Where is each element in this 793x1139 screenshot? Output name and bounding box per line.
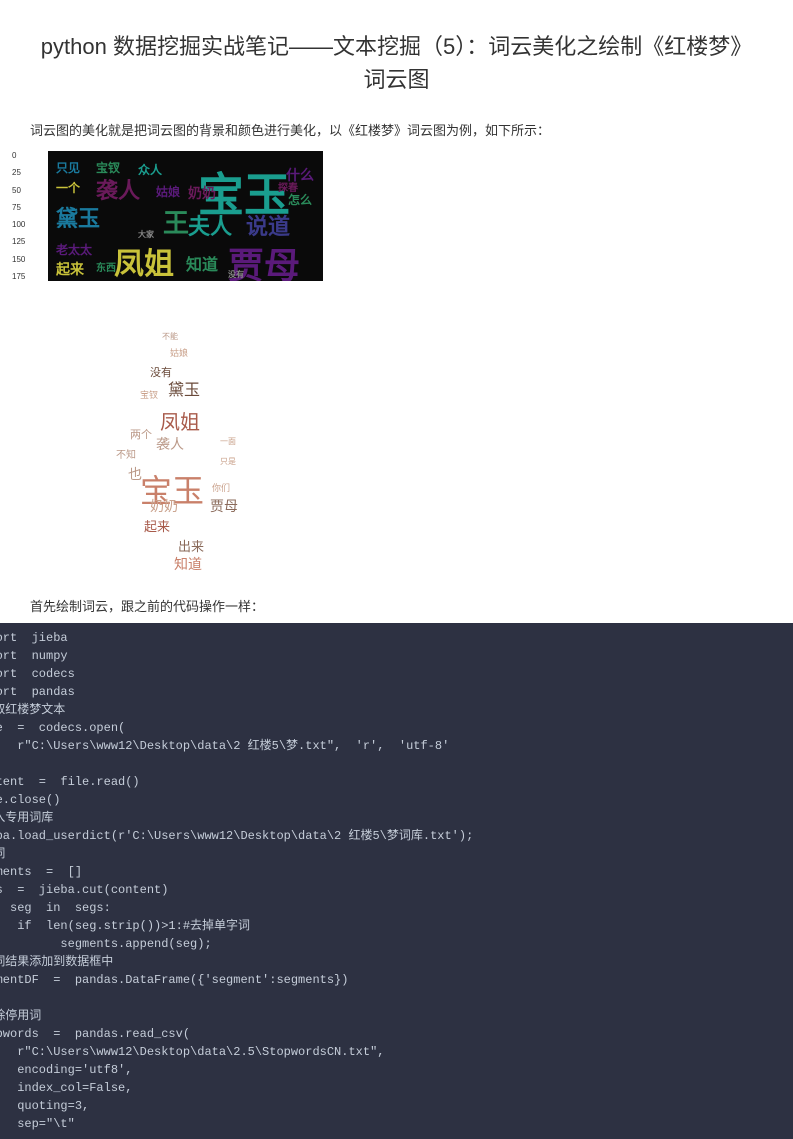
wordcloud-word: 众人 — [138, 161, 162, 178]
wordcloud-word: 说道 — [246, 209, 290, 241]
wordcloud-word: 姑娘 — [156, 183, 180, 200]
wordcloud-word: 凤姐 — [114, 239, 174, 281]
wordcloud-word: 没有 — [228, 269, 244, 280]
wordcloud-word: 你们 — [212, 481, 230, 494]
wordcloud-word: 袭人 — [96, 173, 140, 205]
wordcloud-word: 一个 — [56, 179, 80, 196]
wordcloud-word: 袭人 — [156, 434, 184, 454]
axis-tick: 0 — [12, 151, 25, 160]
wordcloud-word: 不知 — [116, 446, 136, 461]
axis-tick: 175 — [12, 272, 25, 281]
axis-tick: 125 — [12, 237, 25, 246]
wordcloud-word: 只见 — [56, 159, 80, 176]
wordcloud-word: 老太太 — [56, 241, 92, 258]
wordcloud-1-dark: 宝玉贾母凤姐说道夫人王黛玉袭人知道起来老太太奶奶什么怎么宝钗众人姑娘只见一个东西… — [48, 151, 323, 281]
wordcloud-word: 姑娘 — [170, 346, 188, 359]
axis-tick: 150 — [12, 255, 25, 264]
wordcloud-word: 奶奶 — [188, 183, 216, 203]
wordcloud-word: 凤姐 — [160, 406, 200, 435]
page-title: python 数据挖掘实战笔记——文本挖掘（5）：词云美化之绘制《红楼梦》词云图 — [30, 30, 763, 96]
wordcloud-word: 两个 — [130, 426, 152, 442]
wordcloud-word: 宝钗 — [96, 159, 120, 176]
intro-text: 词云图的美化就是把词云图的背景和颜色进行美化，以《红楼梦》词云图为例，如下所示： — [30, 120, 763, 139]
wordcloud-word: 王 — [163, 203, 189, 240]
axis-tick: 50 — [12, 186, 25, 195]
wordcloud-word: 只是 — [220, 456, 236, 467]
wordcloud-1-y-axis: 0 25 50 75 100 125 150 175 — [12, 151, 25, 281]
wordcloud-word: 贾母 — [210, 496, 238, 516]
wordcloud-word: 起来 — [56, 259, 84, 279]
wordcloud-word: 也 — [128, 464, 142, 484]
wordcloud-word: 不能 — [162, 331, 178, 342]
wordcloud-word: 知道 — [186, 251, 218, 275]
wordcloud-word: 东西 — [96, 259, 116, 274]
section-text: 首先绘制词云，跟之前的代码操作一样： — [30, 596, 763, 615]
wordcloud-word: 出来 — [178, 536, 204, 555]
axis-tick: 75 — [12, 203, 25, 212]
wordcloud-1-figure: 0255075100125150175 宝玉贾母凤姐说道夫人王黛玉袭人知道起来老… — [30, 151, 763, 286]
wordcloud-word: 夫人 — [188, 209, 232, 241]
wordcloud-word: 黛玉 — [56, 201, 100, 233]
wordcloud-word: 大家 — [138, 229, 154, 240]
wordcloud-word: 起来 — [144, 516, 170, 535]
code-block: import jieba import numpy import codecs … — [0, 623, 793, 1139]
wordcloud-word: 宝钗 — [140, 388, 158, 401]
axis-tick: 100 — [12, 220, 25, 229]
wordcloud-word: 奶奶 — [150, 496, 178, 516]
wordcloud-word: 探春 — [278, 179, 298, 194]
wordcloud-word: 知道 — [174, 554, 202, 574]
wordcloud-word: 黛玉 — [168, 376, 200, 400]
wordcloud-2-shape: 宝玉凤姐黛玉贾母奶奶起来知道出来袭人两个没有不知姑娘你们只是不能宝钗一面也 — [100, 316, 300, 576]
wordcloud-word: 一面 — [220, 436, 236, 447]
axis-tick: 25 — [12, 168, 25, 177]
wordcloud-word: 没有 — [150, 364, 172, 380]
